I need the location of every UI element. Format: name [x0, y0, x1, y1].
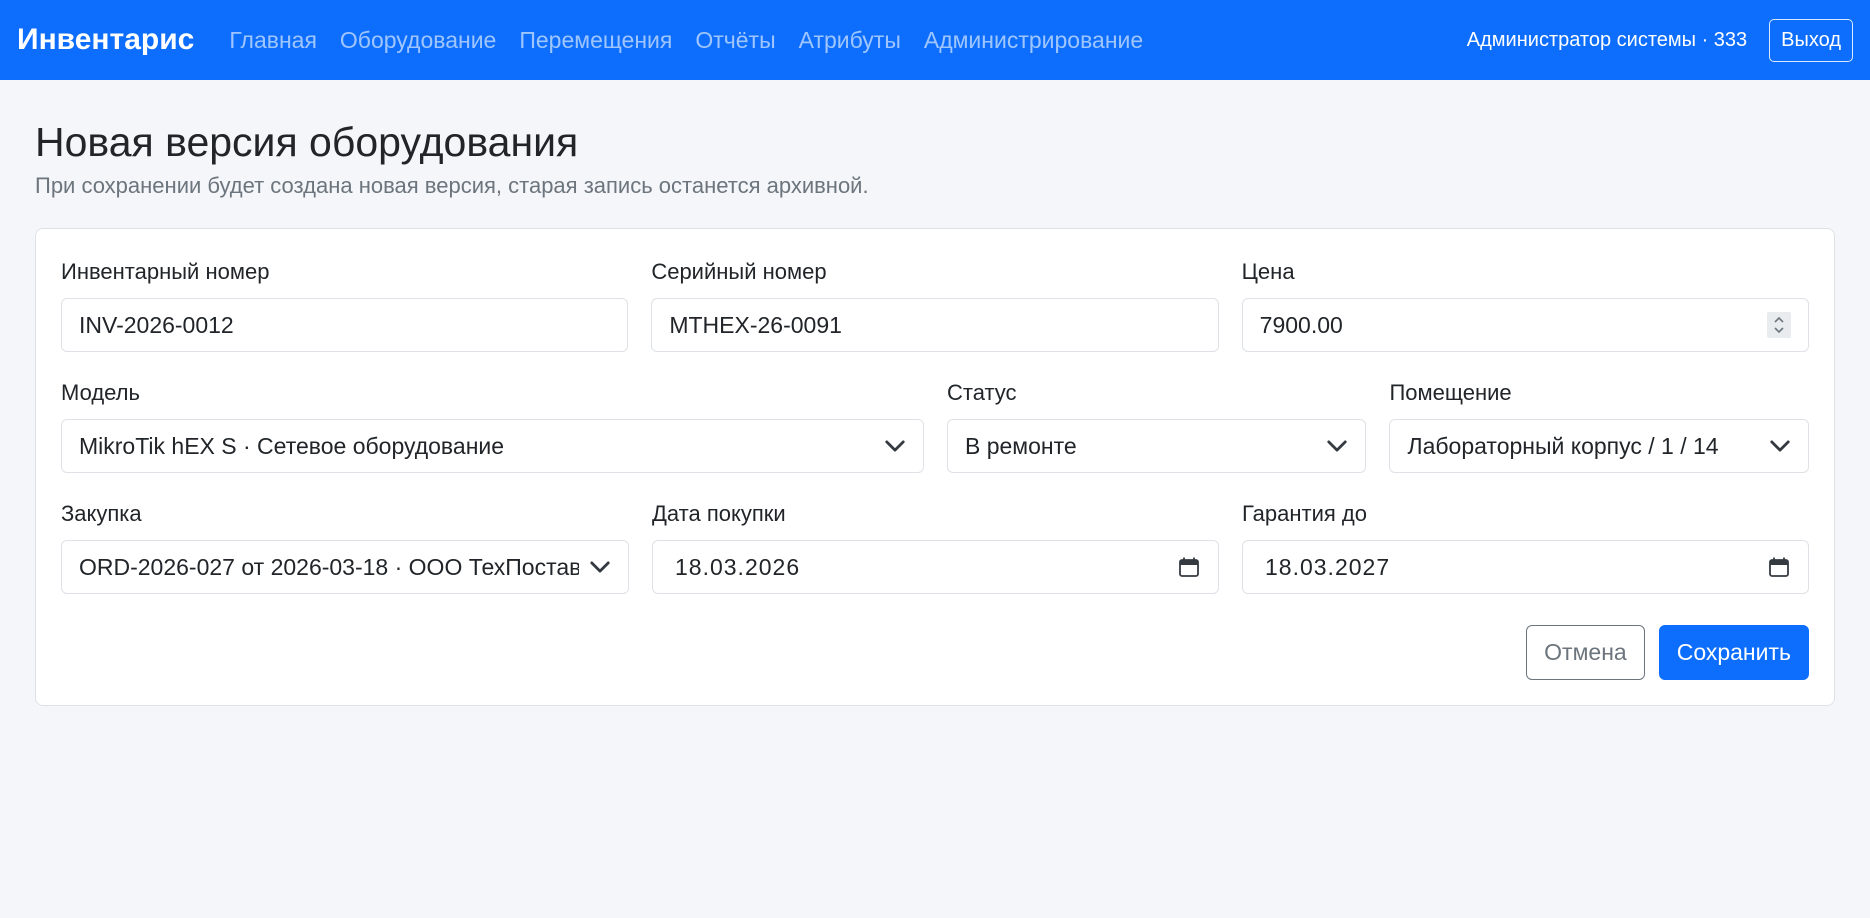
- chevron-down-icon: [590, 561, 610, 573]
- spinner-icon[interactable]: [1766, 312, 1791, 339]
- serial-number-input[interactable]: MTHEX-26-0091: [651, 298, 1219, 353]
- cancel-button[interactable]: Отмена: [1526, 625, 1645, 681]
- form-actions: Отмена Сохранить: [1526, 625, 1809, 681]
- nav-item-equipment[interactable]: Оборудование: [340, 27, 496, 54]
- warranty-until-value: 18.03.2027: [1265, 553, 1391, 580]
- form-row-3: Закупка ORD-2026-027 от 2026-03-18 · ООО…: [61, 501, 1809, 595]
- model-group: Модель MikroTik hEX S · Сетевое оборудов…: [61, 380, 924, 474]
- inventory-number-value: INV-2026-0012: [79, 311, 234, 338]
- price-input[interactable]: 7900.00: [1241, 298, 1809, 353]
- nav-item-reports[interactable]: Отчёты: [695, 27, 775, 54]
- logout-button[interactable]: Выход: [1769, 18, 1853, 62]
- model-value: MikroTik hEX S · Сетевое оборудование: [79, 432, 505, 459]
- form-row-2: Модель MikroTik hEX S · Сетевое оборудов…: [61, 380, 1809, 474]
- status-label: Статус: [946, 380, 1017, 406]
- page-content: Новая версия оборудования При сохранении…: [0, 80, 1870, 707]
- equipment-form-card: Инвентарный номер INV-2026-0012 Серийный…: [35, 228, 1835, 707]
- purchase-date-input[interactable]: 18.03.2026: [652, 540, 1219, 595]
- main-nav: Главная Оборудование Перемещения Отчёты …: [229, 27, 1466, 54]
- price-value: 7900.00: [1259, 311, 1343, 338]
- inventory-number-input[interactable]: INV-2026-0012: [61, 298, 629, 353]
- chevron-down-icon: [1770, 440, 1790, 452]
- purchase-select[interactable]: ORD-2026-027 от 2026-03-18 · ООО ТехПост…: [61, 540, 629, 595]
- warranty-label: Гарантия до: [1242, 501, 1367, 527]
- current-user-label: Администратор системы · 333: [1466, 28, 1748, 51]
- room-select[interactable]: Лабораторный корпус / 1 / 14: [1389, 419, 1809, 474]
- top-navbar: Инвентарис Главная Оборудование Перемеще…: [0, 0, 1870, 80]
- nav-item-home[interactable]: Главная: [229, 27, 317, 54]
- purchase-date-label: Дата покупки: [652, 501, 786, 527]
- nav-item-transfers[interactable]: Перемещения: [519, 27, 672, 54]
- price-label: Цена: [1241, 259, 1295, 285]
- page-title: Новая версия оборудования: [35, 119, 579, 165]
- nav-item-administration[interactable]: Администрирование: [924, 27, 1143, 54]
- save-button[interactable]: Сохранить: [1658, 625, 1809, 681]
- purchase-label: Закупка: [61, 501, 142, 527]
- serial-number-label: Серийный номер: [651, 259, 827, 285]
- model-select[interactable]: MikroTik hEX S · Сетевое оборудование: [61, 419, 924, 474]
- room-label: Помещение: [1389, 380, 1512, 406]
- warranty-until-input[interactable]: 18.03.2027: [1242, 540, 1809, 595]
- serial-number-value: MTHEX-26-0091: [669, 311, 842, 338]
- nav-user-area: Администратор системы · 333 Выход: [1466, 18, 1853, 62]
- status-select[interactable]: В ремонте: [946, 419, 1367, 474]
- model-label: Модель: [61, 380, 140, 406]
- warranty-group: Гарантия до 18.03.2027: [1242, 501, 1809, 595]
- brand-logo[interactable]: Инвентарис: [17, 23, 194, 57]
- calendar-icon[interactable]: [1767, 555, 1791, 579]
- room-value: Лабораторный корпус / 1 / 14: [1407, 432, 1719, 459]
- inventory-number-group: Инвентарный номер INV-2026-0012: [61, 259, 629, 353]
- purchase-date-group: Дата покупки 18.03.2026: [652, 501, 1219, 595]
- status-value: В ремонте: [964, 432, 1077, 459]
- nav-item-attributes[interactable]: Атрибуты: [799, 27, 901, 54]
- room-group: Помещение Лабораторный корпус / 1 / 14: [1389, 380, 1809, 474]
- chevron-down-icon: [1327, 440, 1348, 452]
- status-group: Статус В ремонте: [946, 380, 1367, 474]
- calendar-icon[interactable]: [1177, 555, 1201, 579]
- form-row-1: Инвентарный номер INV-2026-0012 Серийный…: [61, 259, 1809, 353]
- inventory-number-label: Инвентарный номер: [61, 259, 270, 285]
- purchase-date-value: 18.03.2026: [675, 553, 801, 580]
- serial-number-group: Серийный номер MTHEX-26-0091: [651, 259, 1219, 353]
- price-group: Цена 7900.00: [1241, 259, 1809, 353]
- purchase-group: Закупка ORD-2026-027 от 2026-03-18 · ООО…: [61, 501, 629, 595]
- purchase-value: ORD-2026-027 от 2026-03-18 · ООО ТехПост…: [79, 553, 579, 580]
- chevron-down-icon: [885, 440, 905, 452]
- page-subtitle: При сохранении будет создана новая верси…: [35, 173, 869, 199]
